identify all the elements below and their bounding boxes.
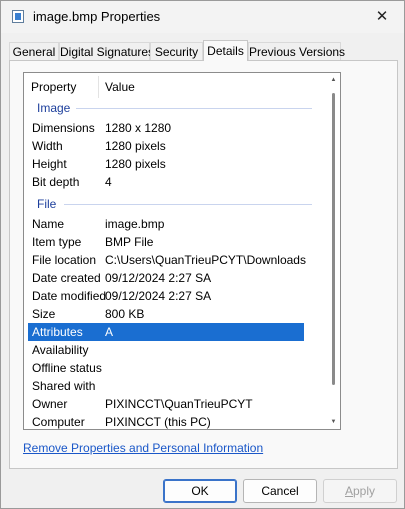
- property-name: Offline status: [32, 361, 102, 375]
- property-row[interactable]: Shared with: [24, 377, 324, 395]
- property-name: Availability: [32, 343, 89, 357]
- tab-previous-versions[interactable]: Previous Versions: [248, 42, 345, 60]
- close-button[interactable]: ✕: [360, 1, 404, 33]
- group-header-file: File: [24, 195, 324, 213]
- property-value: 09/12/2024 2:27 SA: [105, 271, 212, 285]
- property-value: 1280 pixels: [105, 157, 166, 171]
- apply-label-rest: pply: [353, 484, 376, 498]
- property-value: 800 KB: [105, 307, 145, 321]
- property-value: 1280 pixels: [105, 139, 166, 153]
- property-name: Dimensions: [32, 121, 95, 135]
- property-row[interactable]: Height 1280 pixels: [24, 155, 324, 173]
- property-row[interactable]: Offline status: [24, 359, 324, 377]
- property-row[interactable]: Dimensions 1280 x 1280: [24, 119, 324, 137]
- ok-button[interactable]: OK: [163, 479, 237, 503]
- property-value: BMP File: [105, 235, 154, 249]
- property-value: 4: [105, 175, 112, 189]
- window-title: image.bmp Properties: [33, 9, 161, 24]
- property-name: Size: [32, 307, 56, 321]
- property-value: image.bmp: [105, 217, 165, 231]
- list-header: Property Value: [24, 73, 324, 99]
- property-value: PIXINCCT\QuanTrieuPCYT: [105, 397, 253, 411]
- bitmap-file-icon: [12, 10, 24, 23]
- property-row[interactable]: Date modified 09/12/2024 2:27 SA: [24, 287, 324, 305]
- tab-details[interactable]: Details: [203, 40, 248, 61]
- property-name: Date modified: [32, 289, 107, 303]
- property-name: Width: [32, 139, 63, 153]
- property-value: C:\Users\QuanTrieuPCYT\Downloads: [105, 253, 306, 267]
- property-row[interactable]: Name image.bmp: [24, 215, 324, 233]
- column-divider[interactable]: [98, 76, 99, 98]
- property-value: 09/12/2024 2:27 SA: [105, 289, 212, 303]
- property-name: Owner: [32, 397, 68, 411]
- property-value: 1280 x 1280: [105, 121, 172, 135]
- property-name: Computer: [32, 415, 85, 429]
- property-row[interactable]: Date created 09/12/2024 2:27 SA: [24, 269, 324, 287]
- property-row[interactable]: Width 1280 pixels: [24, 137, 324, 155]
- tab-digital-signatures[interactable]: Digital Signatures: [59, 42, 154, 60]
- property-name: Bit depth: [32, 175, 80, 189]
- scroll-thumb[interactable]: [332, 93, 335, 385]
- tab-strip: General Digital Signatures Security Deta…: [9, 40, 398, 61]
- property-name: Height: [32, 157, 67, 171]
- apply-button[interactable]: Apply: [323, 479, 397, 503]
- group-divider: [76, 108, 312, 109]
- property-name: Name: [32, 217, 65, 231]
- property-name: Shared with: [32, 379, 96, 393]
- property-row[interactable]: Availability: [24, 341, 324, 359]
- property-row[interactable]: Size 800 KB: [24, 305, 324, 323]
- property-value: A: [105, 325, 114, 339]
- group-divider: [64, 204, 312, 205]
- group-label: Image: [37, 101, 75, 115]
- remove-properties-link[interactable]: Remove Properties and Personal Informati…: [23, 441, 263, 455]
- column-header-value[interactable]: Value: [105, 80, 135, 94]
- properties-window: image.bmp Properties ✕ General Digital S…: [0, 0, 405, 509]
- tab-general[interactable]: General: [9, 42, 59, 60]
- property-name: File location: [32, 253, 97, 267]
- property-row[interactable]: Item type BMP File: [24, 233, 324, 251]
- group-header-image: Image: [24, 99, 324, 117]
- property-value: PIXINCCT (this PC): [105, 415, 211, 429]
- scroll-up-arrow-icon[interactable]: ▲: [329, 77, 338, 83]
- tab-security[interactable]: Security: [150, 42, 203, 60]
- title-bar[interactable]: image.bmp Properties ✕: [1, 1, 404, 33]
- vertical-scrollbar[interactable]: ▲ ▼: [329, 77, 338, 425]
- property-name: Attributes: [32, 325, 83, 339]
- property-row-selected[interactable]: Attributes A: [28, 323, 304, 341]
- property-row[interactable]: File location C:\Users\QuanTrieuPCYT\Dow…: [24, 251, 324, 269]
- column-header-property[interactable]: Property: [31, 80, 76, 94]
- details-list[interactable]: Property Value Image Dimensions 1280 x 1…: [23, 72, 341, 430]
- property-row[interactable]: Computer PIXINCCT (this PC): [24, 413, 324, 429]
- property-name: Item type: [32, 235, 82, 249]
- scroll-down-arrow-icon[interactable]: ▼: [329, 419, 338, 425]
- cancel-button[interactable]: Cancel: [243, 479, 317, 503]
- group-label: File: [37, 197, 61, 211]
- property-row[interactable]: Bit depth 4: [24, 173, 324, 191]
- property-row[interactable]: Owner PIXINCCT\QuanTrieuPCYT: [24, 395, 324, 413]
- property-name: Date created: [32, 271, 101, 285]
- apply-mnemonic: A: [344, 484, 353, 498]
